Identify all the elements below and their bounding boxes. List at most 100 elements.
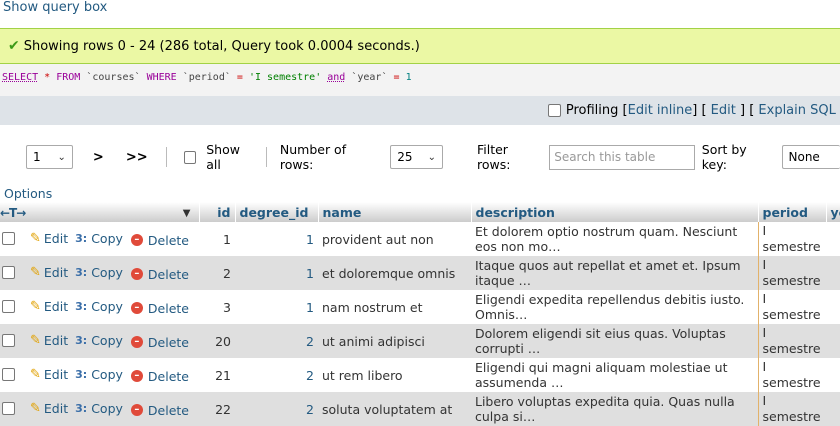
column-header-year[interactable]: ye (826, 202, 840, 222)
cell-name[interactable]: ut rem libero (318, 358, 471, 392)
sort-select[interactable]: None (782, 145, 840, 169)
edit-link[interactable]: Edit (711, 103, 736, 118)
row-checkbox[interactable] (2, 266, 15, 279)
edit-row-button[interactable]: ✎Edit (30, 333, 68, 348)
explain-sql-link[interactable]: Explain SQL (758, 103, 835, 118)
next-page-button[interactable]: > (93, 150, 104, 165)
cell-name[interactable]: provident aut non (318, 222, 471, 256)
cell-year[interactable] (826, 222, 840, 256)
cell-year[interactable] (826, 290, 840, 324)
cell-period[interactable]: I semestre (758, 290, 826, 324)
cell-id[interactable]: 3 (199, 290, 235, 324)
cell-description[interactable]: Dolorem eligendi sit eius quas. Voluptas… (471, 324, 758, 358)
copy-row-button[interactable]: 3:Copy (75, 265, 123, 280)
edit-row-button[interactable]: ✎Edit (30, 265, 68, 280)
delete-label: Delete (148, 233, 189, 248)
column-header-name[interactable]: name (318, 202, 471, 222)
cell-period[interactable]: I semestre (758, 324, 826, 358)
column-arrows-icon[interactable]: ←T→ (0, 206, 25, 220)
cell-year[interactable] (826, 256, 840, 290)
delete-row-button[interactable]: –Delete (131, 233, 189, 248)
profiling-label: Profiling (566, 103, 619, 118)
sort-triangle-icon[interactable]: ▼ (183, 208, 191, 219)
divider (266, 147, 267, 167)
edit-row-button[interactable]: ✎Edit (30, 299, 68, 314)
show-query-box-link[interactable]: Show query box (3, 0, 107, 15)
checkmark-icon: ✔ (8, 38, 20, 54)
cell-degree-id[interactable]: 1 (235, 256, 318, 290)
cell-id[interactable]: 21 (199, 358, 235, 392)
edit-label: Edit (44, 401, 68, 416)
cell-year[interactable] (826, 324, 840, 358)
cell-degree-id[interactable]: 2 (235, 324, 318, 358)
cell-name[interactable]: et doloremque omnis (318, 256, 471, 290)
copy-row-button[interactable]: 3:Copy (75, 333, 123, 348)
cell-id[interactable]: 20 (199, 324, 235, 358)
edit-row-button[interactable]: ✎Edit (30, 401, 68, 416)
copy-row-button[interactable]: 3:Copy (75, 401, 123, 416)
cell-description[interactable]: Eligendi qui magni aliquam molestiae ut … (471, 358, 758, 392)
table-row: ✎Edit3:Copy–Delete21et doloremque omnisI… (0, 256, 840, 290)
delete-row-button[interactable]: –Delete (131, 403, 189, 418)
cell-id[interactable]: 2 (199, 256, 235, 290)
delete-row-button[interactable]: –Delete (131, 301, 189, 316)
show-all-checkbox[interactable] (184, 151, 197, 164)
delete-label: Delete (148, 403, 189, 418)
cell-degree-id[interactable]: 1 (235, 290, 318, 324)
row-checkbox[interactable] (2, 368, 15, 381)
options-link[interactable]: Options (4, 186, 52, 201)
row-action-header: ←T→ ▼ (0, 202, 199, 222)
sql-select[interactable]: SELECT (2, 72, 38, 83)
cell-name[interactable]: ut animi adipisci (318, 324, 471, 358)
cell-period[interactable]: I semestre (758, 358, 826, 392)
delete-row-button[interactable]: –Delete (131, 335, 189, 350)
edit-row-button[interactable]: ✎Edit (30, 367, 68, 382)
cell-description[interactable]: Eligendi expedita repellendus debitis iu… (471, 290, 758, 324)
sql-from: FROM (56, 72, 80, 83)
column-header-description[interactable]: description (471, 202, 758, 222)
edit-row-button[interactable]: ✎Edit (30, 231, 68, 246)
column-header-id[interactable]: id (199, 202, 235, 222)
cell-period[interactable]: I semestre (758, 222, 826, 256)
row-checkbox[interactable] (2, 334, 15, 347)
copy-row-button[interactable]: 3:Copy (75, 231, 123, 246)
edit-inline-link[interactable]: Edit inline (628, 103, 693, 118)
copy-row-button[interactable]: 3:Copy (75, 299, 123, 314)
copy-label: Copy (91, 265, 123, 280)
page-select[interactable]: 1 ⌄ (26, 145, 73, 169)
column-header-period[interactable]: period (758, 202, 826, 222)
cell-degree-id[interactable]: 2 (235, 358, 318, 392)
copy-row-button[interactable]: 3:Copy (75, 367, 123, 382)
column-header-degree-id[interactable]: degree_id (235, 202, 318, 222)
row-checkbox[interactable] (2, 402, 15, 415)
filter-input[interactable]: Search this table (549, 145, 695, 170)
row-checkbox[interactable] (2, 300, 15, 313)
sql-col1: `period` (183, 72, 231, 83)
rows-select[interactable]: 25 ⌄ (390, 145, 443, 169)
table-row: ✎Edit 3:Copy –Delete 202ut animi adipisciDo… (0, 324, 840, 358)
delete-label: Delete (148, 267, 189, 282)
pencil-icon: ✎ (30, 333, 41, 348)
edit-label: Edit (44, 299, 68, 314)
row-checkbox[interactable] (2, 232, 15, 245)
last-page-button[interactable]: >> (126, 150, 148, 165)
cell-degree-id[interactable]: 1 (235, 222, 318, 256)
row-actions: ✎Edit 3:Copy –Delete (0, 256, 199, 290)
page-select-value: 1 (33, 150, 41, 164)
cell-description[interactable]: Et dolorem optio nostrum quam. Nesciunt … (471, 222, 758, 256)
pencil-icon: ✎ (30, 401, 41, 416)
cell-period[interactable]: I semestre (758, 256, 826, 290)
profiling-checkbox[interactable] (548, 104, 561, 117)
row-actions: ✎Edit 3:Copy –Delete (0, 324, 199, 358)
cell-name[interactable]: nam nostrum et (318, 290, 471, 324)
chevron-down-icon: ⌄ (58, 152, 66, 163)
query-options-bar: Profiling [Edit inline] [ Edit ] [ Expla… (0, 96, 840, 125)
delete-row-button[interactable]: –Delete (131, 267, 189, 282)
cell-description[interactable]: Itaque quos aut repellat et amet et. Ips… (471, 256, 758, 290)
divider (166, 147, 167, 167)
delete-row-button[interactable]: –Delete (131, 369, 189, 384)
cell-id[interactable]: 1 (199, 222, 235, 256)
sql-and[interactable]: and (327, 72, 345, 83)
cell-year[interactable] (826, 358, 840, 392)
edit-label: Edit (44, 231, 68, 246)
